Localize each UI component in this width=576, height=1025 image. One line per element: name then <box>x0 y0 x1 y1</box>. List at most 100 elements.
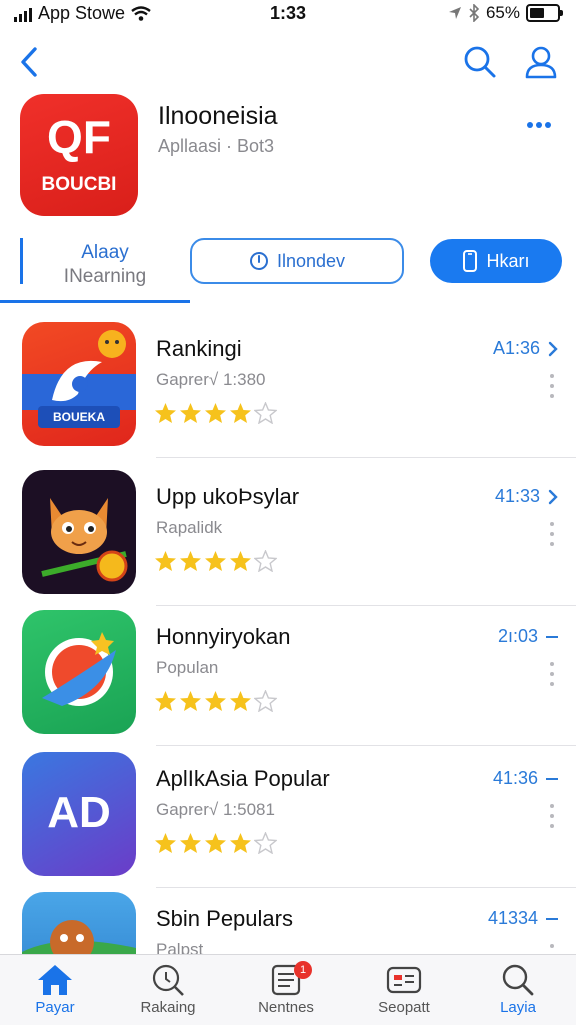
dash-icon <box>546 917 558 920</box>
magnifier-icon <box>152 964 184 996</box>
tab-home[interactable]: Payar <box>5 961 105 1016</box>
app-meta-value: 41:33 <box>494 486 540 506</box>
star-empty-icon <box>254 402 277 424</box>
developer-button[interactable]: Ilnondev <box>190 238 404 284</box>
app-icon-art <box>22 330 136 428</box>
app-meta[interactable]: A1:36 <box>493 338 558 359</box>
app-meta-value: 2ı:03 <box>497 626 538 646</box>
rating-stars <box>154 832 277 854</box>
tab-search-label: Layia <box>500 999 536 1016</box>
tab-learning[interactable]: Alaay INearning <box>20 238 190 302</box>
tab-bar: Payar Rakaing 1 Nentnes Seopatt Layia <box>0 954 576 1025</box>
featured-icon-text: QF <box>47 111 111 163</box>
tab-learning-line1: Alaay <box>81 242 129 263</box>
bluetooth-icon <box>469 4 480 22</box>
star-filled-icon <box>230 691 251 711</box>
app-meta-value: A1:36 <box>492 338 540 358</box>
tab-news[interactable]: 1 Nentnes <box>236 961 336 1016</box>
more-options-icon[interactable] <box>550 944 554 954</box>
app-meta-value: 41:36 <box>492 768 538 788</box>
tab-ranking[interactable]: Rakaing <box>118 961 218 1016</box>
featured-app[interactable]: QF BOUCBI Ilnooneisia Apllaasi · Bot3 <box>20 94 560 218</box>
star-filled-icon <box>155 833 176 853</box>
chevron-right-icon <box>548 341 558 356</box>
row-divider <box>156 745 576 746</box>
row-divider <box>156 605 576 606</box>
chevron-right-icon <box>548 489 558 504</box>
person-icon <box>525 46 557 79</box>
phone-icon <box>463 250 478 272</box>
list-item[interactable]: AD AplIkAsia Popular Gaprer√ 1:5081 41:3… <box>0 752 576 890</box>
app-meta[interactable]: 41334 <box>488 908 558 929</box>
tab-updates-label: Seopatt <box>378 999 430 1016</box>
list-item[interactable]: BOUEKA Rankingi Gaprer√ 1:380 A1:36 <box>0 322 576 460</box>
tab-updates[interactable]: Seopatt <box>354 961 454 1016</box>
clock-icon <box>249 252 268 270</box>
app-category: Gaprer√ 1:380 <box>156 370 266 389</box>
nav-bar <box>0 38 576 88</box>
more-button[interactable] <box>526 116 552 134</box>
star-filled-icon <box>230 833 251 853</box>
more-options-icon[interactable] <box>550 804 554 828</box>
app-icon: AD <box>22 752 136 876</box>
tab-search[interactable]: Layia <box>468 961 568 1016</box>
dash-icon <box>546 777 558 780</box>
segment-control: Alaay INearning Ilnondev Hkarı <box>0 232 576 306</box>
app-meta-value: 41334 <box>487 908 538 928</box>
card-icon <box>386 966 422 994</box>
home-icon <box>38 965 72 995</box>
star-filled-icon <box>230 403 251 423</box>
app-icon <box>22 470 136 594</box>
rating-stars <box>154 690 277 712</box>
account-button[interactable] <box>520 42 562 82</box>
star-empty-icon <box>254 832 277 854</box>
battery-icon <box>526 4 563 22</box>
app-icon-art <box>41 498 128 582</box>
rating-stars <box>154 550 277 572</box>
search-button[interactable] <box>460 42 500 82</box>
app-icon <box>22 892 136 954</box>
get-button[interactable]: Hkarı <box>430 239 562 283</box>
app-category: Rapalidk <box>156 518 223 537</box>
row-divider <box>156 457 576 458</box>
star-filled-icon <box>205 691 226 711</box>
tab-home-label: Payar <box>35 999 75 1016</box>
row-divider <box>156 887 576 888</box>
app-name: AplIkAsia Popular <box>156 766 330 791</box>
app-name: Upp ukoÞsylar <box>156 484 300 509</box>
star-filled-icon <box>155 691 176 711</box>
tab-ranking-label: Rakaing <box>140 999 196 1016</box>
featured-app-icon: QF BOUCBI <box>20 94 138 216</box>
location-icon <box>448 7 461 19</box>
app-name: Honnyiryokan <box>156 624 291 649</box>
star-filled-icon <box>205 551 226 571</box>
star-filled-icon <box>180 551 201 571</box>
app-meta[interactable]: 41:36 <box>493 768 558 789</box>
app-icon-art <box>22 920 136 954</box>
app-meta[interactable]: 41:33 <box>495 486 558 507</box>
dash-icon <box>546 635 558 638</box>
featured-app-title: Ilnooneisia <box>158 102 278 130</box>
chevron-left-icon <box>21 47 37 77</box>
star-filled-icon <box>230 551 251 571</box>
search-icon <box>464 46 496 78</box>
more-options-icon[interactable] <box>550 662 554 686</box>
star-filled-icon <box>155 403 176 423</box>
list-item[interactable]: Upp ukoÞsylar Rapalidk 41:33 <box>0 470 576 608</box>
search-icon <box>502 964 534 996</box>
tab-learning-line2: INearning <box>63 266 147 287</box>
star-empty-icon <box>254 690 277 712</box>
app-name: Sbin Pepulars <box>156 906 293 931</box>
status-bar: App Stowe 1:33 65% <box>0 0 576 30</box>
featured-app-subtitle: Apllaasi · Bot3 <box>158 136 275 156</box>
more-options-icon[interactable] <box>550 522 554 546</box>
notification-badge: 1 <box>294 961 312 979</box>
more-options-icon[interactable] <box>550 374 554 398</box>
star-filled-icon <box>205 833 226 853</box>
back-button[interactable] <box>14 42 44 82</box>
list-item[interactable]: Honnyiryokan Populan 2ı:03 <box>0 610 576 748</box>
star-filled-icon <box>180 403 201 423</box>
app-category: Palpst <box>156 940 204 954</box>
app-meta[interactable]: 2ı:03 <box>498 626 558 647</box>
list-item[interactable]: Sbin Pepulars Palpst 41334 <box>0 892 576 954</box>
